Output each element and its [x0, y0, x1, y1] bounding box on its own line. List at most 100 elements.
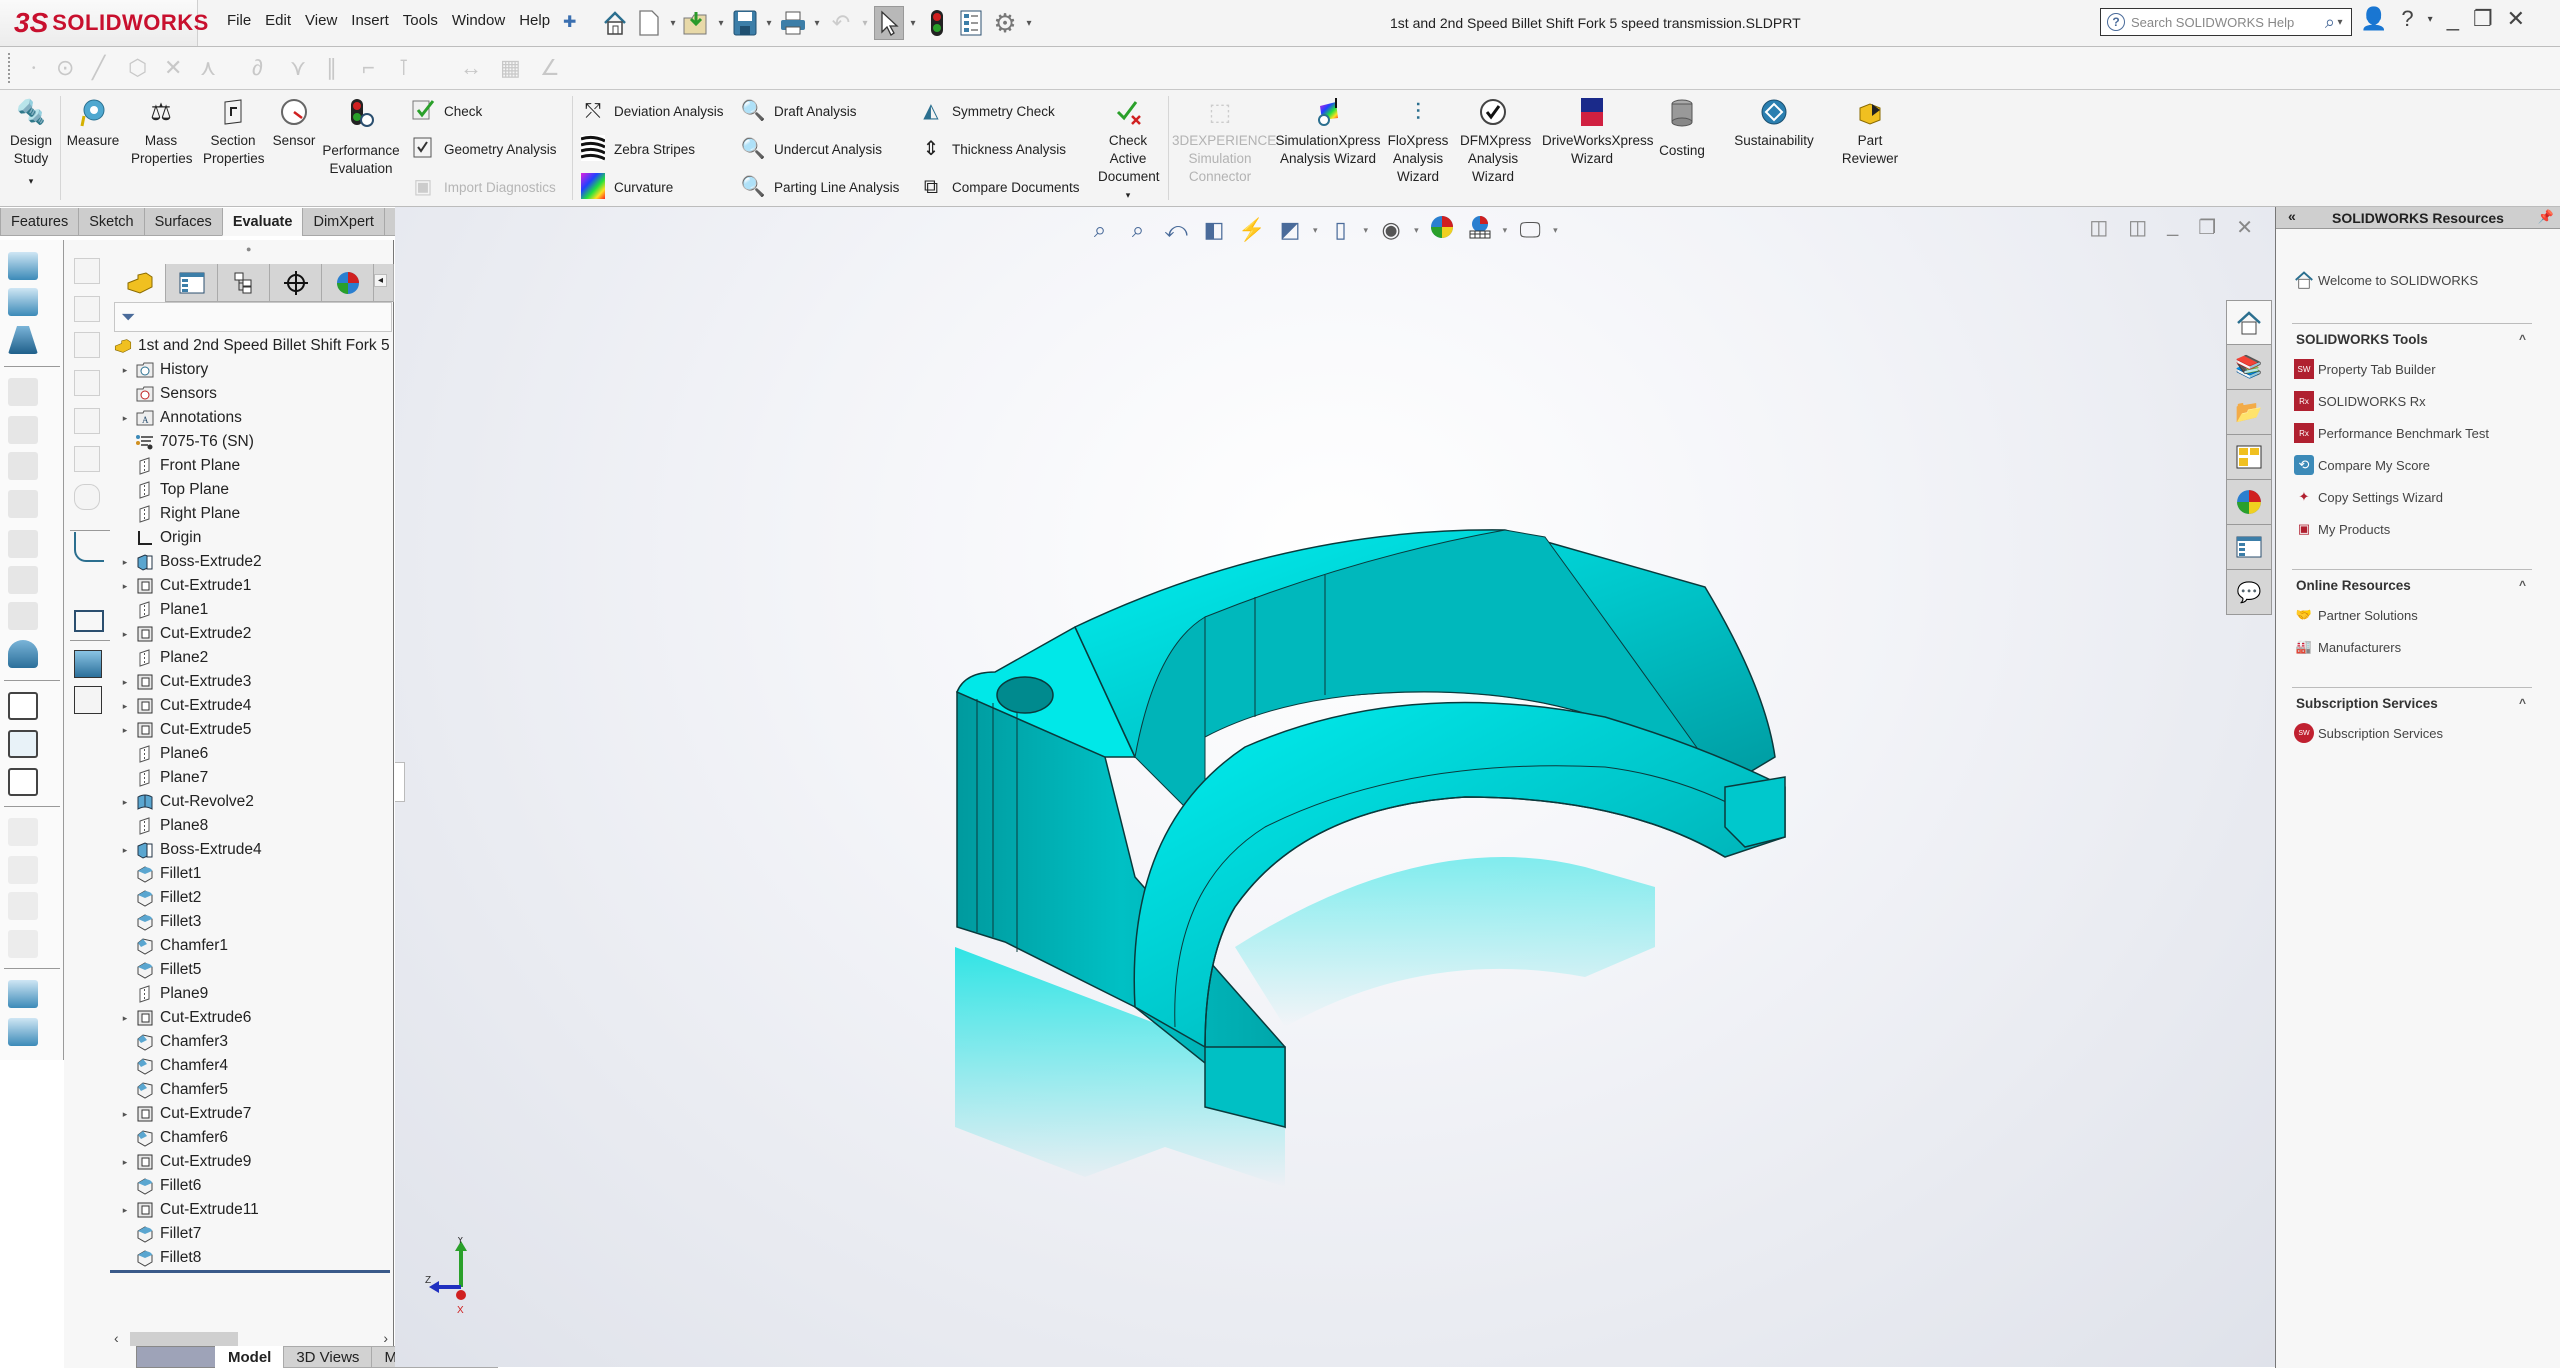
collapse-section-icon[interactable]: ^: [2519, 696, 2526, 711]
tree-item-fillet8[interactable]: Fillet8: [114, 1246, 394, 1270]
pin-menu-icon[interactable]: ✚: [563, 12, 576, 32]
tree-filter-field[interactable]: ⏷: [114, 302, 392, 332]
menu-help[interactable]: Help: [512, 12, 557, 29]
tab-design-library[interactable]: 📚: [2226, 345, 2272, 390]
graphics-area[interactable]: ⌕ ⌕ ⤺ ◧ ⚡ ◩ ▾ ▯ ▾ ◉ ▾ ▾ 🖵 ▾ ◫ ◫ _ ❐ ✕ Y …: [395, 207, 2275, 1367]
extend-icon[interactable]: ⋏: [200, 55, 216, 81]
tree-item-history[interactable]: ▸ History: [114, 358, 394, 382]
view-bottom-icon[interactable]: [74, 446, 100, 472]
tree-item-boss-extrude2[interactable]: ▸ Boss-Extrude2: [114, 550, 394, 574]
restore-icon[interactable]: ❐: [2473, 6, 2493, 32]
zoom-to-area-icon[interactable]: ⌕: [1123, 217, 1153, 243]
save-icon[interactable]: [730, 6, 760, 40]
simple-hole-icon[interactable]: [8, 730, 38, 758]
fold-icon[interactable]: [8, 856, 38, 884]
import-diagnostics-button[interactable]: ▣ Import Diagnostics: [408, 172, 556, 202]
doc-restore-icon[interactable]: ❐: [2198, 215, 2216, 240]
unfold-icon[interactable]: [8, 818, 38, 846]
tree-item-plane6[interactable]: Plane6: [114, 742, 394, 766]
apply-scene-dropdown-icon[interactable]: ▾: [1503, 225, 1508, 236]
check-button[interactable]: Check: [408, 96, 482, 126]
minimize-icon[interactable]: _: [2447, 6, 2459, 32]
tree-item-7075-t6-sn[interactable]: 7075-T6 (SN): [114, 430, 394, 454]
dimension-icon[interactable]: ↔: [460, 55, 482, 81]
simulation-connector-button[interactable]: ⬚ 3DEXPERIENCE Simulation Connector: [1170, 98, 1276, 186]
tangent-icon[interactable]: ∂: [252, 55, 263, 81]
edge-flange-icon[interactable]: [8, 378, 38, 406]
scroll-right-arrow-icon[interactable]: ›: [383, 1330, 388, 1346]
zoom-to-fit-icon[interactable]: ⌕: [1085, 217, 1115, 243]
tree-item-chamfer1[interactable]: Chamfer1: [114, 934, 394, 958]
draft-analysis-button[interactable]: 🔍 Draft Analysis: [738, 96, 857, 126]
tree-item-chamfer3[interactable]: Chamfer3: [114, 1030, 394, 1054]
lofted-bend-icon[interactable]: [8, 326, 38, 354]
tree-item-plane2[interactable]: Plane2: [114, 646, 394, 670]
save-dropdown-icon[interactable]: ▾: [764, 18, 774, 29]
geometry-analysis-button[interactable]: Geometry Analysis: [408, 134, 557, 164]
curvature-button[interactable]: Curvature: [578, 172, 673, 202]
print-dropdown-icon[interactable]: ▾: [812, 18, 822, 29]
configurationmanager-icon[interactable]: [218, 264, 270, 302]
cross-break-icon[interactable]: [8, 566, 38, 594]
solidworks-logo[interactable]: 3S SOLIDWORKS: [0, 0, 208, 46]
doc-minimize-icon[interactable]: _: [2167, 215, 2178, 240]
link-copy-settings-wizard[interactable]: ✦ Copy Settings Wizard: [2292, 481, 2532, 513]
tree-item-fillet6[interactable]: Fillet6: [114, 1174, 394, 1198]
convert-to-sheet-metal-icon[interactable]: [8, 288, 38, 316]
menu-edit[interactable]: Edit: [258, 12, 298, 29]
single-view-icon[interactable]: [74, 650, 102, 678]
open-folder-icon[interactable]: [682, 6, 712, 40]
link-compare-my-score[interactable]: ⟲ Compare My Score: [2292, 449, 2532, 481]
shift-fork-3d-model[interactable]: [905, 527, 1905, 1287]
floxpress-button[interactable]: ⫶ FloXpress Analysis Wizard: [1384, 98, 1452, 186]
tab-sketch[interactable]: Sketch: [78, 208, 145, 236]
jog-icon[interactable]: [8, 490, 38, 518]
expand-arrow-icon[interactable]: ▸: [114, 1109, 136, 1120]
expand-arrow-icon[interactable]: ▸: [114, 1013, 136, 1024]
view-isometric-icon[interactable]: [74, 484, 100, 510]
tab-appearances-scenes[interactable]: [2226, 480, 2272, 525]
expand-arrow-icon[interactable]: ▸: [114, 725, 136, 736]
expand-arrow-icon[interactable]: ▸: [114, 365, 136, 376]
tree-item-front-plane[interactable]: Front Plane: [114, 454, 394, 478]
menu-file[interactable]: File: [220, 12, 258, 29]
link-solidworks-rx[interactable]: Rx SOLIDWORKS Rx: [2292, 385, 2532, 417]
tab-evaluate[interactable]: Evaluate: [221, 208, 304, 236]
two-view-icon[interactable]: [74, 686, 102, 714]
expand-arrow-icon[interactable]: ▸: [114, 845, 136, 856]
vent-icon[interactable]: [8, 768, 38, 796]
tree-item-cut-extrude11[interactable]: ▸ Cut-Extrude11: [114, 1198, 394, 1222]
link-property-tab-builder[interactable]: SW Property Tab Builder: [2292, 353, 2532, 385]
apply-scene-icon[interactable]: [1465, 215, 1495, 245]
normal-to-icon[interactable]: [74, 532, 104, 562]
insert-bends-icon[interactable]: [8, 1018, 38, 1046]
help-icon[interactable]: ?: [2401, 6, 2413, 32]
symmetry-check-button[interactable]: ◭ Symmetry Check: [916, 96, 1054, 126]
expand-arrow-icon[interactable]: ▸: [114, 797, 136, 808]
featuremanager-tree-icon[interactable]: [114, 264, 166, 302]
tab-model[interactable]: Model: [215, 1346, 285, 1368]
displaymanager-icon[interactable]: ◂: [322, 264, 387, 302]
no-bends-icon[interactable]: [8, 930, 38, 958]
sustainability-button[interactable]: Sustainability: [1724, 98, 1824, 150]
expand-arrow-icon[interactable]: ▸: [114, 701, 136, 712]
collapse-section-icon[interactable]: ^: [2519, 578, 2526, 593]
tab-3d-views[interactable]: 3D Views: [283, 1346, 373, 1368]
view-settings-dropdown-icon[interactable]: ▾: [1553, 225, 1558, 236]
search-help-field[interactable]: ? Search SOLIDWORKS Help ⌕ ▾: [2100, 8, 2352, 36]
compare-documents-button[interactable]: ⧉ Compare Documents: [916, 172, 1080, 202]
new-dropdown-icon[interactable]: ▾: [668, 18, 678, 29]
scroll-left-arrow-icon[interactable]: ‹: [114, 1330, 119, 1346]
tree-item-fillet1[interactable]: Fillet1: [114, 862, 394, 886]
file-properties-icon[interactable]: [956, 6, 986, 40]
open-dropdown-icon[interactable]: ▾: [716, 18, 726, 29]
performance-evaluation-button[interactable]: Performance Evaluation: [320, 98, 402, 178]
link-my-products[interactable]: ▣ My Products: [2292, 513, 2532, 545]
view-front-icon[interactable]: [74, 258, 100, 284]
dfmxpress-button[interactable]: DFMXpress Analysis Wizard: [1454, 98, 1532, 186]
tree-item-cut-extrude1[interactable]: ▸ Cut-Extrude1: [114, 574, 394, 598]
base-flange-icon[interactable]: [8, 252, 38, 280]
hide-show-dropdown-icon[interactable]: ▾: [1414, 225, 1419, 236]
driveworksxpress-button[interactable]: DriveWorksXpress Wizard: [1532, 98, 1654, 168]
design-study-dropdown-icon[interactable]: ▾: [8, 172, 54, 190]
